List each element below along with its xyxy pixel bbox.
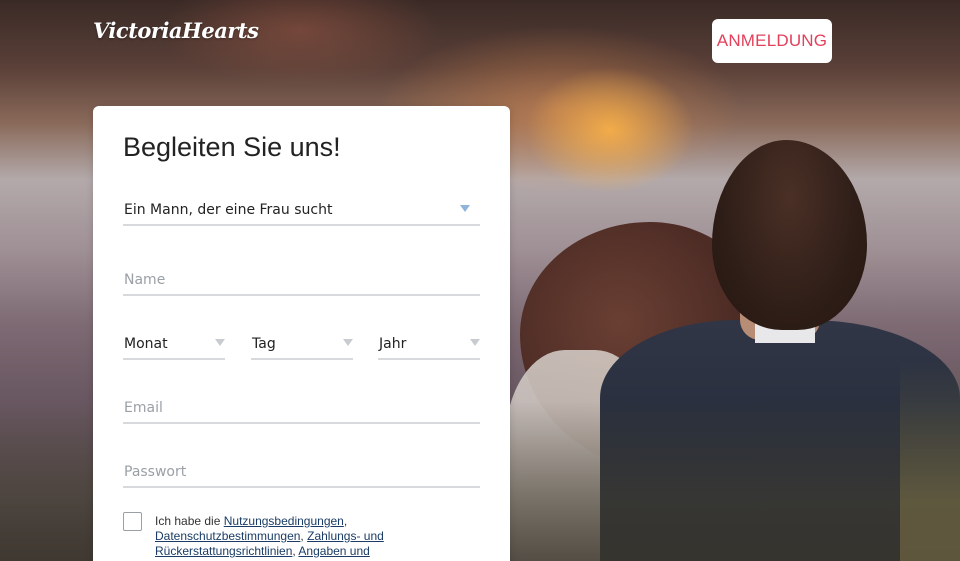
password-input[interactable]: Passwort <box>123 454 480 488</box>
chevron-down-icon <box>470 339 480 346</box>
background-grass-right <box>900 361 960 561</box>
page: VictoriaHearts ANMELDUNG Begleiten Sie u… <box>0 0 960 561</box>
birth-month-select[interactable]: Monat <box>123 326 225 360</box>
password-input-placeholder: Passwort <box>124 464 187 480</box>
email-input[interactable]: Email <box>123 390 480 424</box>
terms-prefix: Ich habe die <box>155 514 221 528</box>
terms-of-use-link[interactable]: Nutzungsbedingungen <box>224 514 344 528</box>
background-man-head <box>712 140 867 330</box>
name-input-placeholder: Name <box>124 272 166 288</box>
seeking-select[interactable]: Ein Mann, der eine Frau sucht <box>123 192 480 226</box>
birth-day-select[interactable]: Tag <box>251 326 353 360</box>
terms-separator: , <box>343 514 348 528</box>
birth-year-select[interactable]: Jahr <box>378 326 480 360</box>
birth-month-label: Monat <box>124 336 168 352</box>
info-link[interactable]: Angaben und <box>298 544 369 558</box>
chevron-down-icon <box>215 339 225 346</box>
privacy-policy-link[interactable]: Datenschutzbestimmungen <box>155 529 300 543</box>
name-input[interactable]: Name <box>123 262 480 296</box>
form-title: Begleiten Sie uns! <box>123 132 341 162</box>
signup-form-card: Begleiten Sie uns! Ein Mann, der eine Fr… <box>93 106 510 561</box>
email-input-placeholder: Email <box>124 400 163 416</box>
seeking-select-value: Ein Mann, der eine Frau sucht <box>124 202 333 218</box>
login-button[interactable]: ANMELDUNG <box>712 19 832 63</box>
site-logo[interactable]: VictoriaHearts <box>93 18 259 43</box>
terms-text: Ich habe die Nutzungsbedingungen, Datens… <box>155 514 415 559</box>
terms-checkbox[interactable] <box>123 512 142 531</box>
birth-year-label: Jahr <box>379 336 407 352</box>
chevron-down-icon <box>343 339 353 346</box>
birth-day-label: Tag <box>252 336 276 352</box>
terms-separator: , <box>300 529 304 543</box>
terms-separator: , <box>292 544 296 558</box>
chevron-down-icon <box>460 205 470 212</box>
